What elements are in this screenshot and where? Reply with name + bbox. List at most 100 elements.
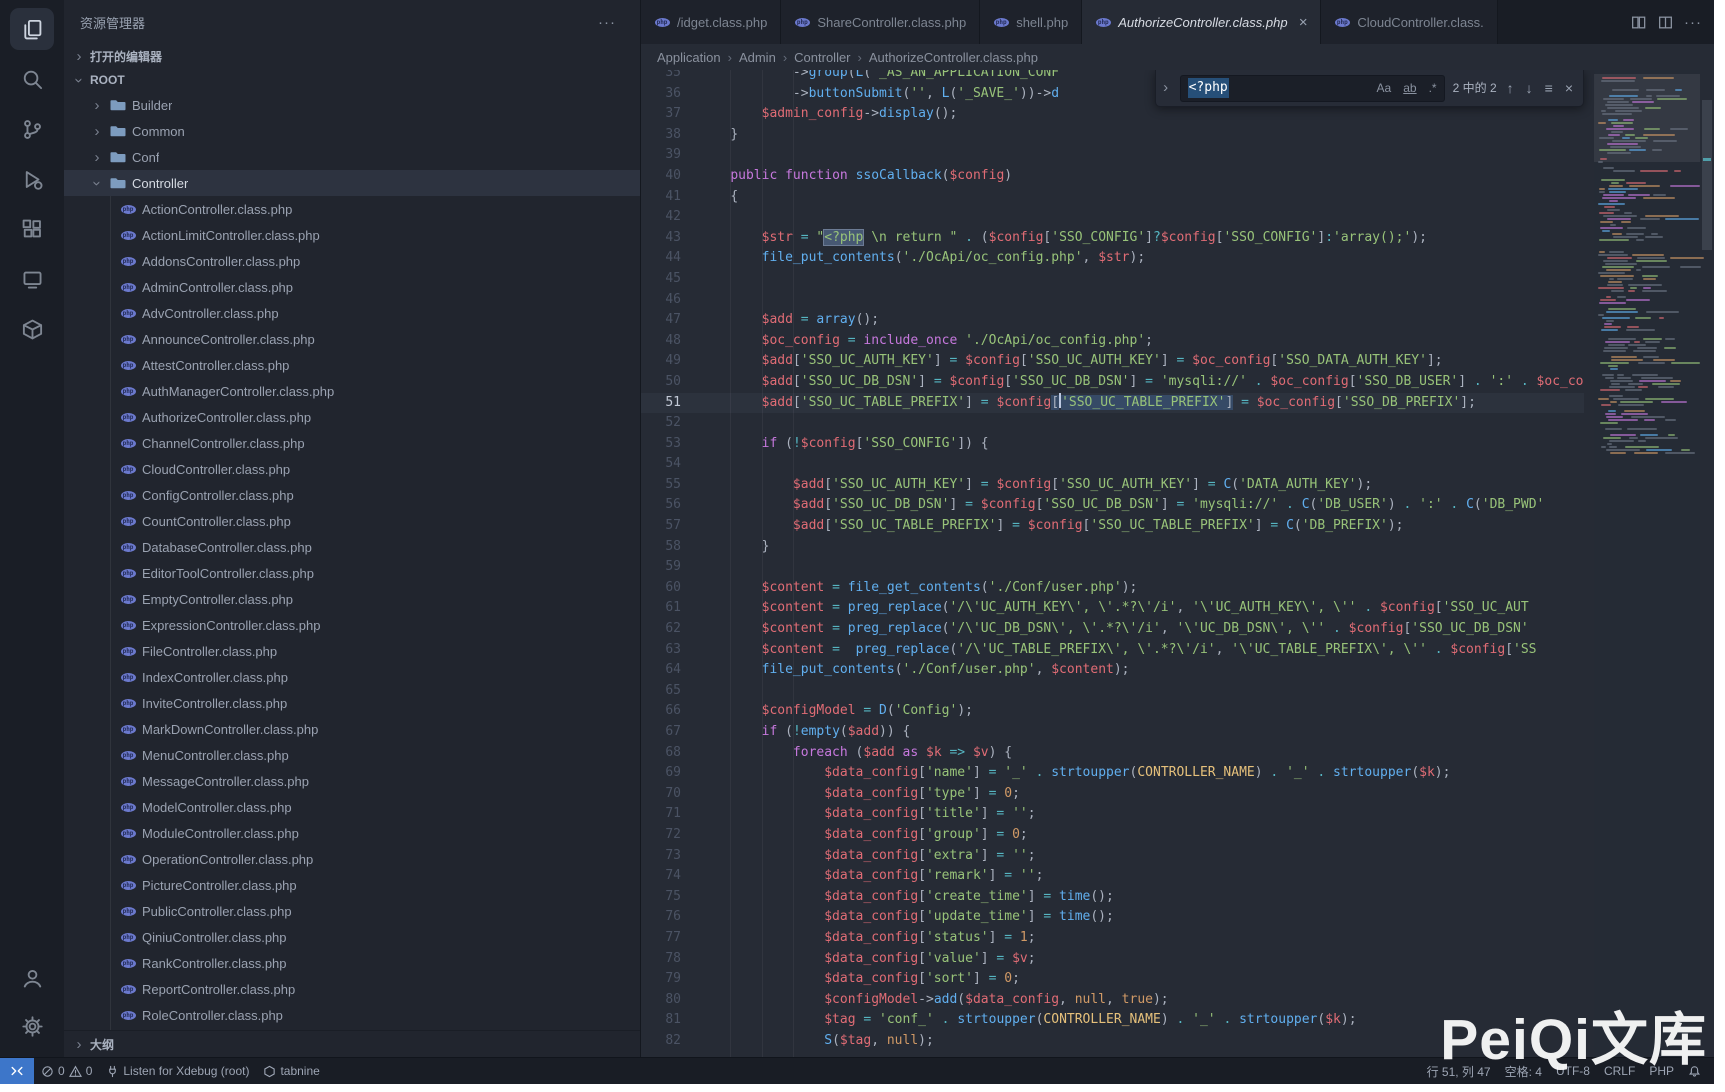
tree-file-channelcontroller-class-php[interactable]: ChannelController.class.php [64, 430, 640, 456]
run-debug-icon[interactable] [10, 158, 54, 200]
tree-file-picturecontroller-class-php[interactable]: PictureController.class.php [64, 872, 640, 898]
xdebug-status[interactable]: Listen for Xdebug (root) [99, 1058, 256, 1084]
regex-icon[interactable]: .* [1426, 77, 1440, 100]
tree-file-countcontroller-class-php[interactable]: CountController.class.php [64, 508, 640, 534]
tree-file-configcontroller-class-php[interactable]: ConfigController.class.php [64, 482, 640, 508]
tree-file-menucontroller-class-php[interactable]: MenuController.class.php [64, 742, 640, 768]
encoding[interactable]: UTF-8 [1549, 1064, 1597, 1078]
language-mode[interactable]: PHP [1642, 1064, 1681, 1078]
breadcrumb-item[interactable]: Admin [739, 50, 776, 65]
find-input[interactable]: <?php Aa ab .* [1180, 75, 1445, 102]
tree-file-databasecontroller-class-php[interactable]: DatabaseController.class.php [64, 534, 640, 560]
tab-authorizecontroller-class-php[interactable]: AuthorizeController.class.php× [1082, 0, 1321, 44]
vertical-scrollbar[interactable] [1700, 70, 1714, 1057]
tree-file-filecontroller-class-php[interactable]: FileController.class.php [64, 638, 640, 664]
activity-bar-bottom [10, 957, 54, 1047]
tree-file-authmanagercontroller-class-php[interactable]: AuthManagerController.class.php [64, 378, 640, 404]
search-icon[interactable] [10, 58, 54, 100]
tab-sharecontroller-class-php[interactable]: ShareController.class.php [781, 0, 980, 44]
toggle-replace-icon[interactable]: › [1160, 78, 1172, 99]
tree-file-actionlimitcontroller-class-php[interactable]: ActionLimitController.class.php [64, 222, 640, 248]
tree-file-admincontroller-class-php[interactable]: AdminController.class.php [64, 274, 640, 300]
remote-explorer-icon[interactable] [10, 258, 54, 300]
close-find-icon[interactable]: × [1563, 78, 1575, 99]
tree-file-cloudcontroller-class-php[interactable]: CloudController.class.php [64, 456, 640, 482]
tab-shell-php[interactable]: shell.php [980, 0, 1082, 44]
tree-file-indexcontroller-class-php[interactable]: IndexController.class.php [64, 664, 640, 690]
extensions-icon[interactable] [10, 208, 54, 250]
line-number: 70 [641, 784, 699, 805]
code-line-51: 51 $add['SSO_UC_TABLE_PREFIX'] = $config… [641, 393, 1584, 414]
match-case-icon[interactable]: Aa [1374, 77, 1395, 100]
tree-file-editortoolcontroller-class-php[interactable]: EditorToolController.class.php [64, 560, 640, 586]
problems-indicator[interactable]: 0 0 [34, 1058, 99, 1084]
root-section[interactable]: › ROOT [64, 68, 640, 92]
minimap[interactable] [1594, 70, 1700, 1057]
tree-file-publiccontroller-class-php[interactable]: PublicController.class.php [64, 898, 640, 924]
tree-file-operationcontroller-class-php[interactable]: OperationController.class.php [64, 846, 640, 872]
remote-indicator[interactable] [0, 1058, 34, 1084]
tab--idget-class-php[interactable]: /idget.class.php [641, 0, 781, 44]
whole-word-icon[interactable]: ab [1400, 77, 1419, 100]
find-previous-icon[interactable]: ↑ [1505, 78, 1516, 99]
tree-file-emptycontroller-class-php[interactable]: EmptyController.class.php [64, 586, 640, 612]
split-editor-icon[interactable] [1630, 14, 1647, 31]
tree-folder-conf[interactable]: ›Conf [64, 144, 640, 170]
code-line-76: 76 $data_config['update_time'] = time(); [641, 907, 1584, 928]
breadcrumb-item[interactable]: Controller [794, 50, 850, 65]
open-editors-section[interactable]: › 打开的编辑器 [64, 44, 640, 68]
overview-find-mark [1703, 158, 1711, 161]
tree-file-reportcontroller-class-php[interactable]: ReportController.class.php [64, 976, 640, 1002]
package-icon[interactable] [10, 308, 54, 350]
tab-list: /idget.class.phpShareController.class.ph… [641, 0, 1498, 44]
tree-file-markdowncontroller-class-php[interactable]: MarkDownController.class.php [64, 716, 640, 742]
tree-file-authorizecontroller-class-php[interactable]: AuthorizeController.class.php [64, 404, 640, 430]
tree-file-rankcontroller-class-php[interactable]: RankController.class.php [64, 950, 640, 976]
find-in-selection-icon[interactable]: ≡ [1543, 78, 1555, 99]
chevron-down-icon: › [72, 73, 87, 87]
find-next-icon[interactable]: ↓ [1524, 78, 1535, 99]
tree-file-actioncontroller-class-php[interactable]: ActionController.class.php [64, 196, 640, 222]
tree-file-modelcontroller-class-php[interactable]: ModelController.class.php [64, 794, 640, 820]
line-number: 76 [641, 907, 699, 928]
tab-cloudcontroller-class-[interactable]: CloudController.class. [1321, 0, 1497, 44]
cursor-position[interactable]: 行 51, 列 47 [1420, 1063, 1498, 1080]
tree-file-messagecontroller-class-php[interactable]: MessageController.class.php [64, 768, 640, 794]
source-control-icon[interactable] [10, 108, 54, 150]
tree-folder-builder[interactable]: ›Builder [64, 92, 640, 118]
tree-file-qiniucontroller-class-php[interactable]: QiniuController.class.php [64, 924, 640, 950]
account-icon[interactable] [10, 957, 54, 999]
tree-file-expressioncontroller-class-php[interactable]: ExpressionController.class.php [64, 612, 640, 638]
code-line-61: 61 $content = preg_replace('/\'UC_AUTH_K… [641, 598, 1584, 619]
explorer-icon[interactable] [10, 8, 54, 50]
more-actions-icon[interactable]: ··· [1684, 14, 1702, 31]
tree-file-rolecontroller-class-php[interactable]: RoleController.class.php [64, 1002, 640, 1028]
line-number: 80 [641, 990, 699, 1011]
breadcrumb-item[interactable]: Application [657, 50, 721, 65]
code-editor[interactable]: 35 ->group(L('_AS_AN_APPLICATION_CONF36 … [641, 70, 1714, 1057]
tree-file-addonscontroller-class-php[interactable]: AddonsController.class.php [64, 248, 640, 274]
tree-file-invitecontroller-class-php[interactable]: InviteController.class.php [64, 690, 640, 716]
tree-file-announcecontroller-class-php[interactable]: AnnounceController.class.php [64, 326, 640, 352]
settings-gear-icon[interactable] [10, 1005, 54, 1047]
tabnine-status[interactable]: tabnine [256, 1058, 326, 1084]
scrollbar-thumb[interactable] [1702, 100, 1712, 250]
tree-file-modulecontroller-class-php[interactable]: ModuleController.class.php [64, 820, 640, 846]
tree-folder-controller[interactable]: ›Controller [64, 170, 640, 196]
tree-folder-common[interactable]: ›Common [64, 118, 640, 144]
code-line-57: 57 $add['SSO_UC_TABLE_PREFIX'] = $config… [641, 516, 1584, 537]
close-icon[interactable]: × [1299, 14, 1308, 31]
line-number: 69 [641, 763, 699, 784]
tree-file-schedulecontroller-class-php[interactable]: ScheduleController.class.php [64, 1028, 640, 1030]
tree-file-attestcontroller-class-php[interactable]: AttestController.class.php [64, 352, 640, 378]
notifications-bell-icon[interactable] [1681, 1065, 1708, 1078]
outline-section[interactable]: › 大纲 [64, 1030, 640, 1057]
line-number: 62 [641, 619, 699, 640]
breadcrumb-item[interactable]: AuthorizeController.class.php [869, 50, 1038, 65]
php-file-icon [120, 1007, 136, 1023]
sidebar-more-actions-icon[interactable]: ··· [598, 14, 624, 31]
toggle-layout-icon[interactable] [1657, 14, 1674, 31]
eol[interactable]: CRLF [1597, 1064, 1642, 1078]
tree-file-advcontroller-class-php[interactable]: AdvController.class.php [64, 300, 640, 326]
indentation[interactable]: 空格: 4 [1498, 1063, 1549, 1080]
